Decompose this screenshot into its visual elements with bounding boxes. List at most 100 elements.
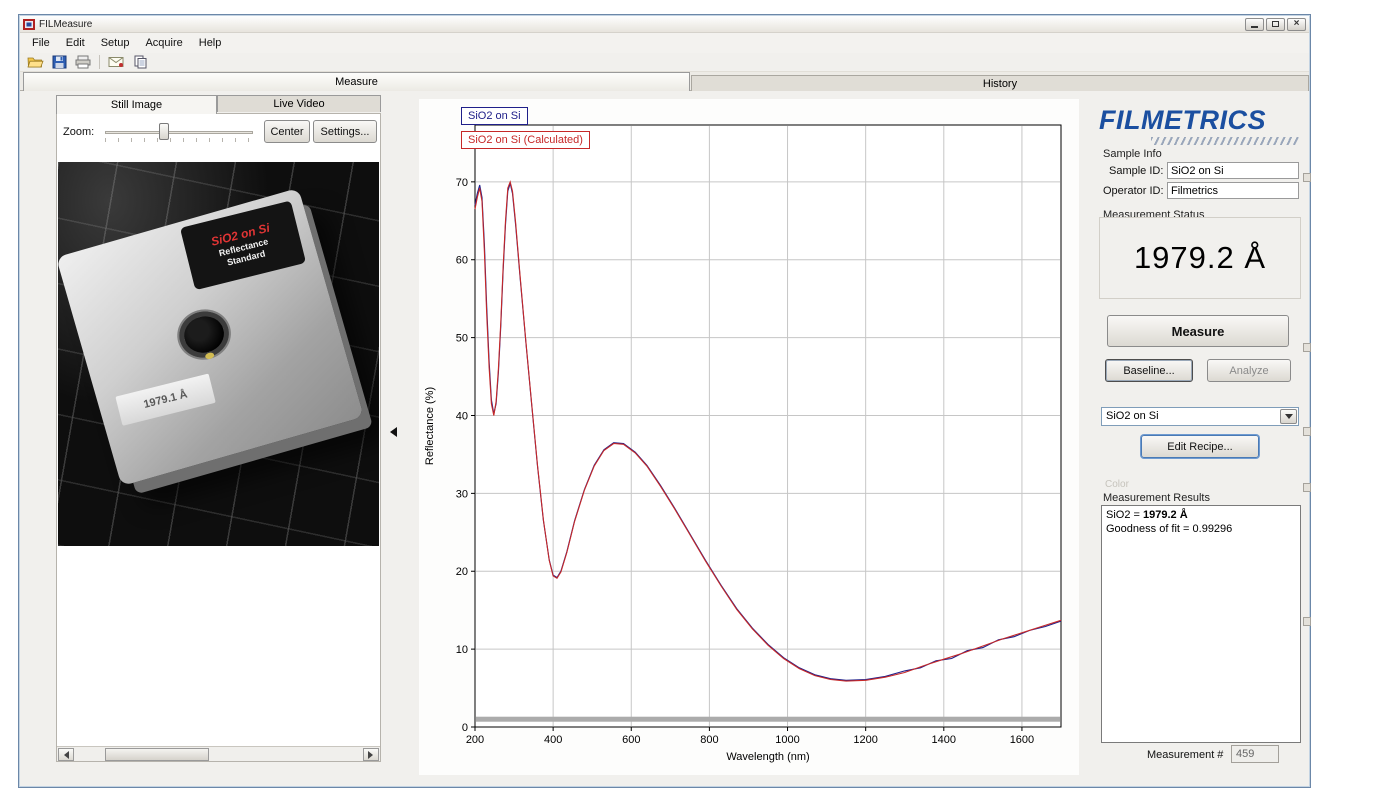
toolbar-separator: [99, 55, 100, 69]
settings-button-label: Settings...: [321, 126, 370, 138]
still-image-panel: Zoom: Center Settings... SiO2 on Si Refl…: [56, 113, 381, 762]
sample-id-label: Sample ID:: [1109, 165, 1163, 177]
splitter-gripper[interactable]: [1303, 343, 1311, 352]
tab-history[interactable]: History: [691, 75, 1309, 91]
open-folder-icon: [27, 55, 44, 69]
print-button[interactable]: [72, 54, 94, 71]
light-spot: [205, 352, 215, 360]
svg-text:50: 50: [456, 333, 468, 345]
tab-history-label: History: [983, 78, 1017, 90]
center-button[interactable]: Center: [264, 120, 310, 143]
svg-text:60: 60: [456, 255, 468, 267]
save-floppy-icon: [52, 55, 67, 69]
scroll-right-button[interactable]: [363, 748, 379, 761]
svg-text:Reflectance (%): Reflectance (%): [424, 387, 436, 465]
svg-text:10: 10: [456, 644, 468, 656]
menu-bar: File Edit Setup Acquire Help: [20, 33, 1309, 53]
menu-setup[interactable]: Setup: [93, 34, 138, 52]
settings-button[interactable]: Settings...: [313, 120, 377, 143]
measurement-number-value: 459: [1231, 745, 1279, 763]
splitter-gripper[interactable]: [1303, 173, 1311, 182]
baseline-button-label: Baseline...: [1123, 365, 1174, 377]
svg-text:1000: 1000: [775, 734, 799, 746]
operator-id-input[interactable]: [1167, 182, 1299, 199]
measurement-results-box: SiO2 = 1979.2 Å Goodness of fit = 0.9929…: [1101, 505, 1301, 743]
result-thickness-label: SiO2 =: [1106, 509, 1143, 521]
open-button[interactable]: [24, 54, 46, 71]
menu-help[interactable]: Help: [191, 34, 230, 52]
thickness-result-value: 1979.2 Å: [1134, 240, 1266, 276]
svg-text:70: 70: [456, 177, 468, 189]
tab-still-image[interactable]: Still Image: [56, 95, 217, 114]
svg-text:400: 400: [544, 734, 562, 746]
title-bar[interactable]: FILMeasure ×: [20, 16, 1309, 33]
analyze-button[interactable]: Analyze: [1207, 359, 1291, 382]
minimize-button[interactable]: [1245, 18, 1264, 31]
app-icon: [23, 19, 35, 30]
copy-icon: [133, 55, 148, 69]
close-icon: ×: [1294, 19, 1300, 29]
legend-calculated: SiO2 on Si (Calculated): [461, 131, 590, 149]
analyze-button-label: Analyze: [1229, 365, 1268, 377]
scroll-right-icon: [368, 751, 377, 759]
svg-text:600: 600: [622, 734, 640, 746]
scroll-thumb[interactable]: [105, 748, 209, 761]
menu-file[interactable]: File: [24, 34, 58, 52]
menu-edit[interactable]: Edit: [58, 34, 93, 52]
splitter-gripper[interactable]: [1303, 483, 1311, 492]
minimize-icon: [1251, 26, 1258, 28]
desktop: FILMeasure × File Edit Setup Acquire Hel…: [0, 0, 1392, 802]
svg-text:30: 30: [456, 488, 468, 500]
copy-button[interactable]: [129, 54, 151, 71]
sample-id-input[interactable]: [1167, 162, 1299, 179]
mail-icon: [108, 56, 124, 68]
svg-text:1400: 1400: [932, 734, 956, 746]
baseline-button[interactable]: Baseline...: [1105, 359, 1193, 382]
tab-live-video-label: Live Video: [273, 98, 324, 110]
thickness-label: 1979.1 Å: [115, 374, 215, 426]
chevron-down-icon: [1285, 414, 1293, 423]
splitter-gripper[interactable]: [1303, 617, 1311, 626]
sample-info-title: Sample Info: [1103, 148, 1162, 160]
restore-icon: [1272, 21, 1279, 27]
measurement-number-label: Measurement #: [1147, 749, 1223, 761]
svg-text:Wavelength (nm): Wavelength (nm): [726, 751, 809, 763]
save-button[interactable]: [48, 54, 70, 71]
restore-button[interactable]: [1266, 18, 1285, 31]
measure-button[interactable]: Measure: [1107, 315, 1289, 347]
svg-text:800: 800: [700, 734, 718, 746]
menu-acquire[interactable]: Acquire: [137, 34, 190, 52]
tab-still-image-label: Still Image: [111, 99, 162, 111]
tab-measure[interactable]: Measure: [23, 72, 690, 91]
color-label: Color: [1105, 479, 1129, 490]
panel-collapse-arrow[interactable]: [385, 427, 397, 437]
measurement-aperture: [174, 306, 235, 364]
edit-recipe-button[interactable]: Edit Recipe...: [1141, 435, 1259, 458]
reflectance-chart: 2004006008001000120014001600010203040506…: [419, 99, 1079, 775]
svg-text:0: 0: [462, 722, 468, 734]
svg-text:40: 40: [456, 410, 468, 422]
tab-measure-label: Measure: [335, 76, 378, 88]
reflectance-standard-plate: SiO2 on Si Reflectance Standard 1979.1 Å: [58, 188, 364, 486]
recipe-dropdown[interactable]: SiO2 on Si: [1101, 407, 1299, 426]
sample-photo: SiO2 on Si Reflectance Standard 1979.1 Å: [58, 162, 379, 546]
operator-id-label: Operator ID:: [1103, 185, 1164, 197]
measurement-status-box: 1979.2 Å: [1099, 217, 1301, 299]
tab-live-video[interactable]: Live Video: [217, 95, 381, 112]
splitter-gripper[interactable]: [1303, 427, 1311, 436]
measurement-results-title: Measurement Results: [1103, 492, 1210, 504]
zoom-slider-thumb[interactable]: [159, 123, 169, 140]
close-button[interactable]: ×: [1287, 18, 1306, 31]
scroll-left-button[interactable]: [58, 748, 74, 761]
measure-button-label: Measure: [1172, 324, 1225, 339]
svg-text:200: 200: [466, 734, 484, 746]
zoom-slider[interactable]: [105, 131, 253, 134]
filmeasure-window: FILMeasure × File Edit Setup Acquire Hel…: [18, 14, 1311, 788]
svg-text:1200: 1200: [853, 734, 877, 746]
image-horizontal-scrollbar[interactable]: [57, 746, 380, 761]
dropdown-button[interactable]: [1280, 409, 1297, 424]
svg-text:1600: 1600: [1010, 734, 1034, 746]
result-line-gof: Goodness of fit = 0.99296: [1106, 522, 1296, 536]
center-button-label: Center: [270, 126, 303, 138]
mail-button[interactable]: [105, 54, 127, 71]
